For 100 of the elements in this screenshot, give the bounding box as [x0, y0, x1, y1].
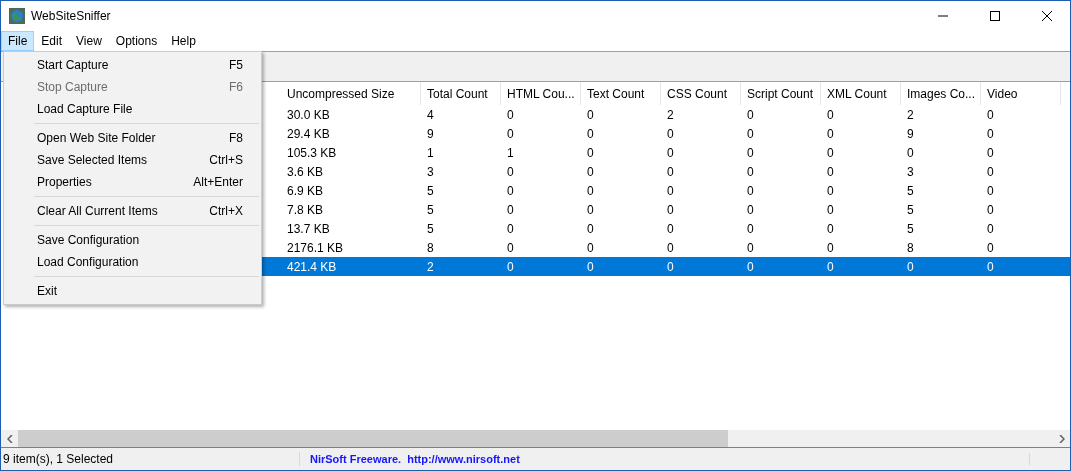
scrollbar-thumb[interactable]	[18, 430, 728, 447]
table-row[interactable]: 105.3 KB 1 1 0 0 0 0 0 0	[261, 143, 1070, 162]
shortcut-label: F5	[229, 58, 243, 72]
table-cell-text: 0	[986, 258, 995, 276]
table-cell-text: 13.7 KB	[286, 220, 331, 238]
table-cell-text: 0	[586, 258, 595, 276]
menu-item[interactable]: Options	[108, 31, 165, 51]
menu-entry-label: Exit	[37, 284, 58, 298]
table-cell-text: 0	[826, 239, 835, 257]
table-cell-text: 3	[906, 163, 915, 181]
shortcut-label: F8	[229, 131, 243, 145]
menu-entry[interactable]: Properties Alt+Enter	[4, 171, 261, 193]
table-cell-text: 5	[426, 182, 435, 200]
table-cell-text: 5	[426, 201, 435, 219]
column-header[interactable]: Images Co...	[901, 82, 981, 105]
table-row[interactable]: 7.8 KB 5 0 0 0 0 0 5 0	[261, 200, 1070, 219]
menu-item[interactable]: Edit	[34, 31, 70, 51]
table-cell-text: 2	[666, 106, 675, 124]
column-header[interactable]: Script Count	[741, 82, 821, 105]
table-cell-text: 2	[426, 258, 435, 276]
table-cell-text: 0	[986, 220, 995, 238]
close-icon	[1042, 11, 1052, 21]
table-cell-text: 0	[506, 182, 515, 200]
table-cell-text: 4	[426, 106, 435, 124]
table-row[interactable]: 3.6 KB 3 0 0 0 0 0 3 0	[261, 162, 1070, 181]
table-cell-text: 0	[586, 125, 595, 143]
website-link[interactable]: NirSoft Freeware. http://www.nirsoft.net	[300, 453, 1030, 465]
table-cell-text: 0	[986, 163, 995, 181]
table-cell-text: 0	[586, 106, 595, 124]
column-header[interactable]: Video	[981, 82, 1061, 105]
menu-entry[interactable]: Start Capture F5	[4, 54, 261, 76]
table-cell-text: 0	[666, 258, 675, 276]
table-cell-text: 0	[506, 220, 515, 238]
menu-entry[interactable]: Load Capture File	[4, 98, 261, 120]
column-header[interactable]: HTML Cou...	[501, 82, 581, 105]
table-cell-text: 0	[746, 144, 755, 162]
table-cell-text: 0	[586, 239, 595, 257]
table-cell-text: 3	[426, 163, 435, 181]
table-cell-text: 6.9 KB	[286, 182, 325, 200]
menu-entry[interactable]: Save Configuration	[4, 229, 261, 251]
table-cell-text: 0	[826, 182, 835, 200]
table-cell-text: 30.0 KB	[286, 106, 331, 124]
table-cell-text: 0	[586, 144, 595, 162]
menu-entry-label: Properties	[37, 175, 93, 189]
table-row[interactable]: 13.7 KB 5 0 0 0 0 0 5 0	[261, 219, 1070, 238]
table-cell-text: 0	[746, 258, 755, 276]
column-header[interactable]: Uncompressed Size	[281, 82, 421, 105]
table-row[interactable]: 6.9 KB 5 0 0 0 0 0 5 0	[261, 181, 1070, 200]
menu-item[interactable]: File	[1, 31, 35, 51]
table-cell-text: 0	[986, 125, 995, 143]
table-cell-text: 0	[986, 239, 995, 257]
table-cell-text: 5	[906, 182, 915, 200]
column-header[interactable]: XML Count	[821, 82, 901, 105]
table-cell-text: 0	[506, 163, 515, 181]
menu-entry-label: Load Capture File	[37, 102, 134, 116]
menu-entry[interactable]: Clear All Current Items Ctrl+X	[4, 200, 261, 222]
shortcut-label: Ctrl+X	[209, 204, 243, 218]
shortcut-label: F6	[229, 80, 243, 94]
table-cell-text: 2176.1 KB	[286, 239, 345, 257]
table-cell-text: 9	[906, 125, 915, 143]
menu-entry[interactable]: Open Web Site Folder F8	[4, 127, 261, 149]
chevron-left-icon	[6, 434, 13, 443]
table-row[interactable]: 30.0 KB 4 0 0 2 0 0 2 0	[261, 105, 1070, 124]
table-cell-text: 0	[666, 182, 675, 200]
table-cell-text: 0	[986, 144, 995, 162]
table-cell-text: 0	[746, 163, 755, 181]
table-cell-text: 0	[666, 125, 675, 143]
table-row[interactable]: 2176.1 KB 8 0 0 0 0 0 8 0	[261, 238, 1070, 257]
menu-item[interactable]: View	[69, 31, 109, 51]
table-cell-text: 0	[826, 163, 835, 181]
table-cell-text: 0	[586, 220, 595, 238]
table-cell-text: 0	[666, 239, 675, 257]
table-cell-text: 0	[906, 144, 915, 162]
table-cell-text: 0	[746, 239, 755, 257]
table-cell-text: 9	[426, 125, 435, 143]
menu-entry[interactable]: Load Configuration	[4, 251, 261, 273]
table-cell-text: 0	[826, 258, 835, 276]
menu-entry[interactable]: Save Selected Items Ctrl+S	[4, 149, 261, 171]
table-cell-text: 1	[506, 144, 515, 162]
column-header[interactable]: Text Count	[581, 82, 661, 105]
table-cell-text: 421.4 KB	[286, 258, 338, 276]
table-row[interactable]: 421.4 KB 2 0 0 0 0 0 0 0	[261, 257, 1070, 276]
menu-entry[interactable]: Exit	[4, 280, 261, 302]
table-cell-text: 0	[826, 220, 835, 238]
menu-entry-label: Save Selected Items	[37, 153, 149, 167]
table-cell-text: 0	[986, 182, 995, 200]
menu-entry-label: Open Web Site Folder	[37, 131, 157, 145]
table-cell-text: 0	[666, 163, 675, 181]
window-title: WebSiteSniffer	[31, 9, 112, 23]
shortcut-label: Alt+Enter	[193, 175, 243, 189]
table-row[interactable]: 29.4 KB 9 0 0 0 0 0 9 0	[261, 124, 1070, 143]
table-cell-text: 0	[666, 201, 675, 219]
column-header[interactable]: Total Count	[421, 82, 501, 105]
table-cell-text: 0	[506, 239, 515, 257]
menu-item[interactable]: Help	[164, 31, 203, 51]
table-cell-text: 0	[506, 125, 515, 143]
table-cell-text: 105.3 KB	[286, 144, 338, 162]
column-header[interactable]: CSS Count	[661, 82, 741, 105]
table-cell-text: 0	[746, 125, 755, 143]
table-cell-text: 0	[506, 106, 515, 124]
